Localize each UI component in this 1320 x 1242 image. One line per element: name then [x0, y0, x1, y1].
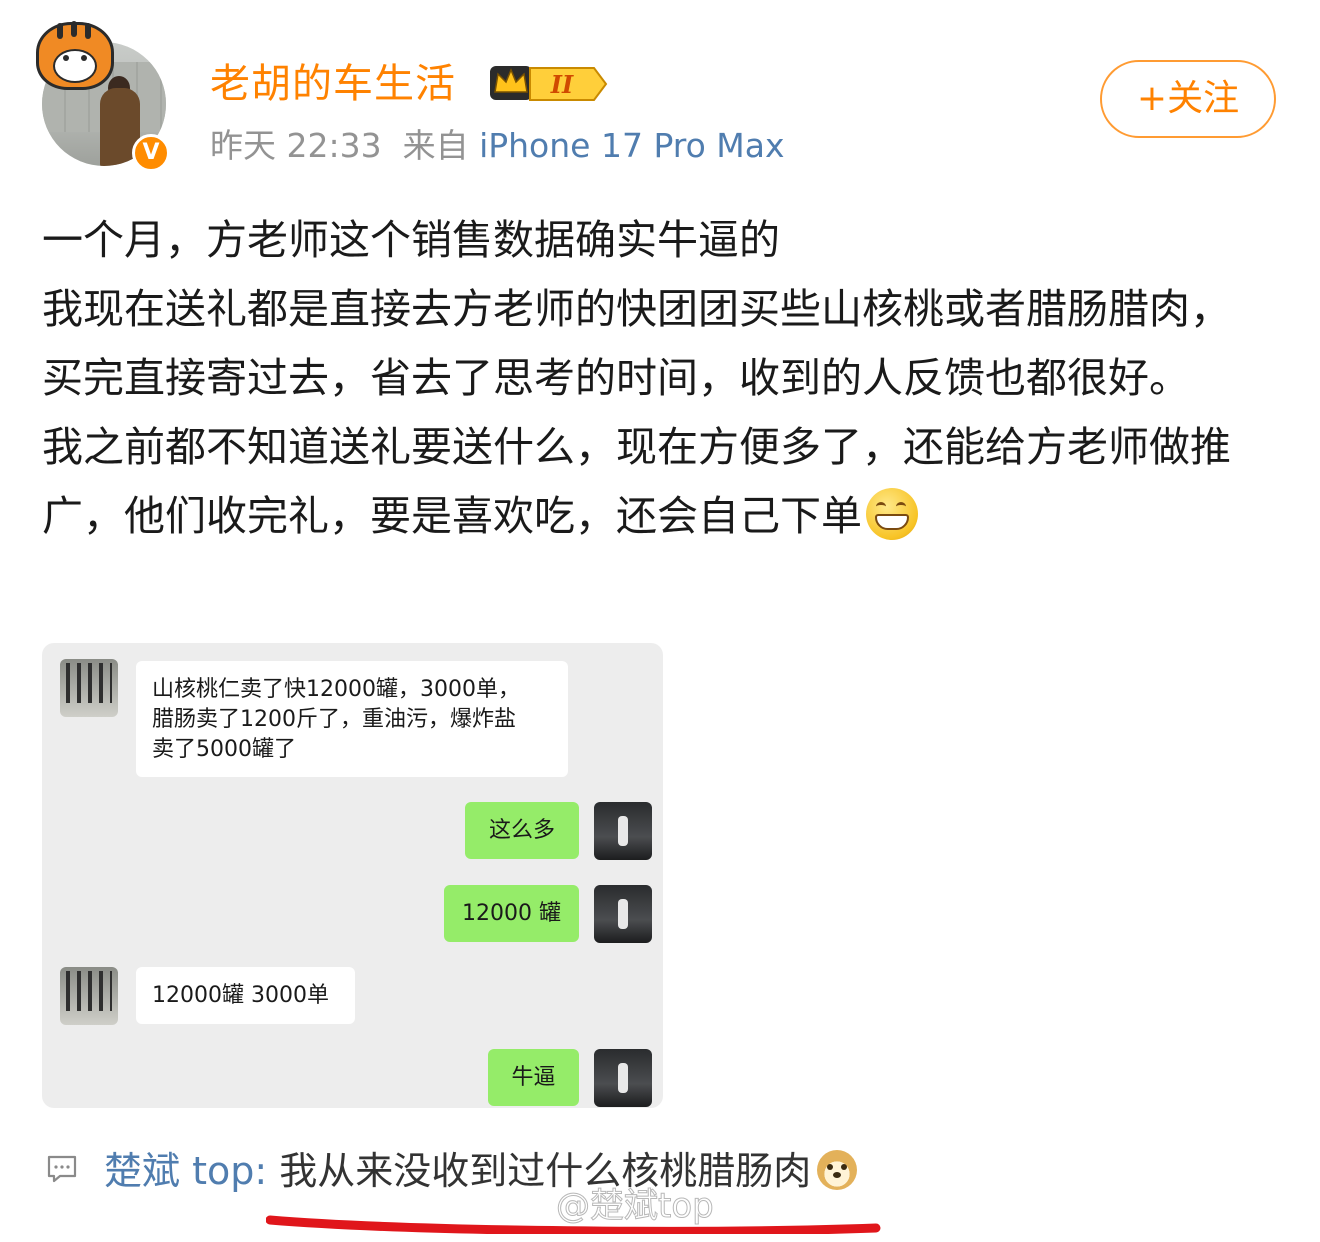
chat-message-bubble: 山核桃仁卖了快12000罐，3000单， 腊肠卖了1200斤了，重油污，爆炸盐 … [136, 661, 568, 777]
post-body: 一个月，方老师这个销售数据确实牛逼的 我现在送礼都是直接去方老师的快团团买些山核… [42, 206, 1262, 551]
doge-emoji-icon [817, 1150, 858, 1190]
chat-screenshot-image[interactable]: 山核桃仁卖了快12000罐，3000单， 腊肠卖了1200斤了，重油污，爆炸盐 … [42, 643, 663, 1108]
post-line-3: 我之前都不知道送礼要送什么，现在方便多了，还能给方老师做推广，他们收完礼，要是喜… [42, 423, 1231, 540]
chat-avatar-left [60, 967, 118, 1025]
author-avatar[interactable]: V [36, 21, 170, 172]
tiger-avatar-decoration-icon [36, 21, 114, 90]
chat-avatar-right [594, 802, 652, 860]
post-time: 昨天 22:33 [210, 126, 382, 165]
author-username[interactable]: 老胡的车生活 [210, 56, 456, 112]
chat-message-bubble: 牛逼 [488, 1049, 579, 1106]
post-meta: 昨天 22:33 来自 iPhone 17 Pro Max [210, 123, 785, 169]
post-line-2: 我现在送礼都是直接去方老师的快团团买些山核桃或者腊肠腊肉，买完直接寄过去，省去了… [42, 285, 1231, 402]
post-device[interactable]: iPhone 17 Pro Max [479, 126, 784, 165]
chat-avatar-right [594, 885, 652, 943]
grin-emoji-icon [866, 488, 918, 540]
level-label: II [550, 70, 574, 99]
red-underline-annotation [266, 1215, 881, 1234]
chat-message-bubble: 这么多 [465, 802, 579, 859]
level-crown-badge-icon: II [490, 66, 608, 101]
comment-icon[interactable] [46, 1154, 78, 1184]
comment-text: 我从来没收到过什么核桃腊肠肉 [279, 1149, 812, 1193]
chat-message-bubble: 12000罐 3000单 [136, 967, 355, 1024]
verified-v-icon: V [132, 134, 170, 172]
post-line-1: 一个月，方老师这个销售数据确实牛逼的 [42, 216, 780, 264]
chat-avatar-right [594, 1049, 652, 1107]
comment-username[interactable]: 楚斌 top: [104, 1149, 267, 1193]
follow-button[interactable]: +关注 [1100, 60, 1276, 138]
hot-comment[interactable]: 楚斌 top: 我从来没收到过什么核桃腊肠肉 [104, 1146, 858, 1196]
chat-avatar-left [60, 659, 118, 717]
post-source-prefix: 来自 [402, 126, 469, 165]
chat-message-bubble: 12000 罐 [444, 885, 579, 942]
